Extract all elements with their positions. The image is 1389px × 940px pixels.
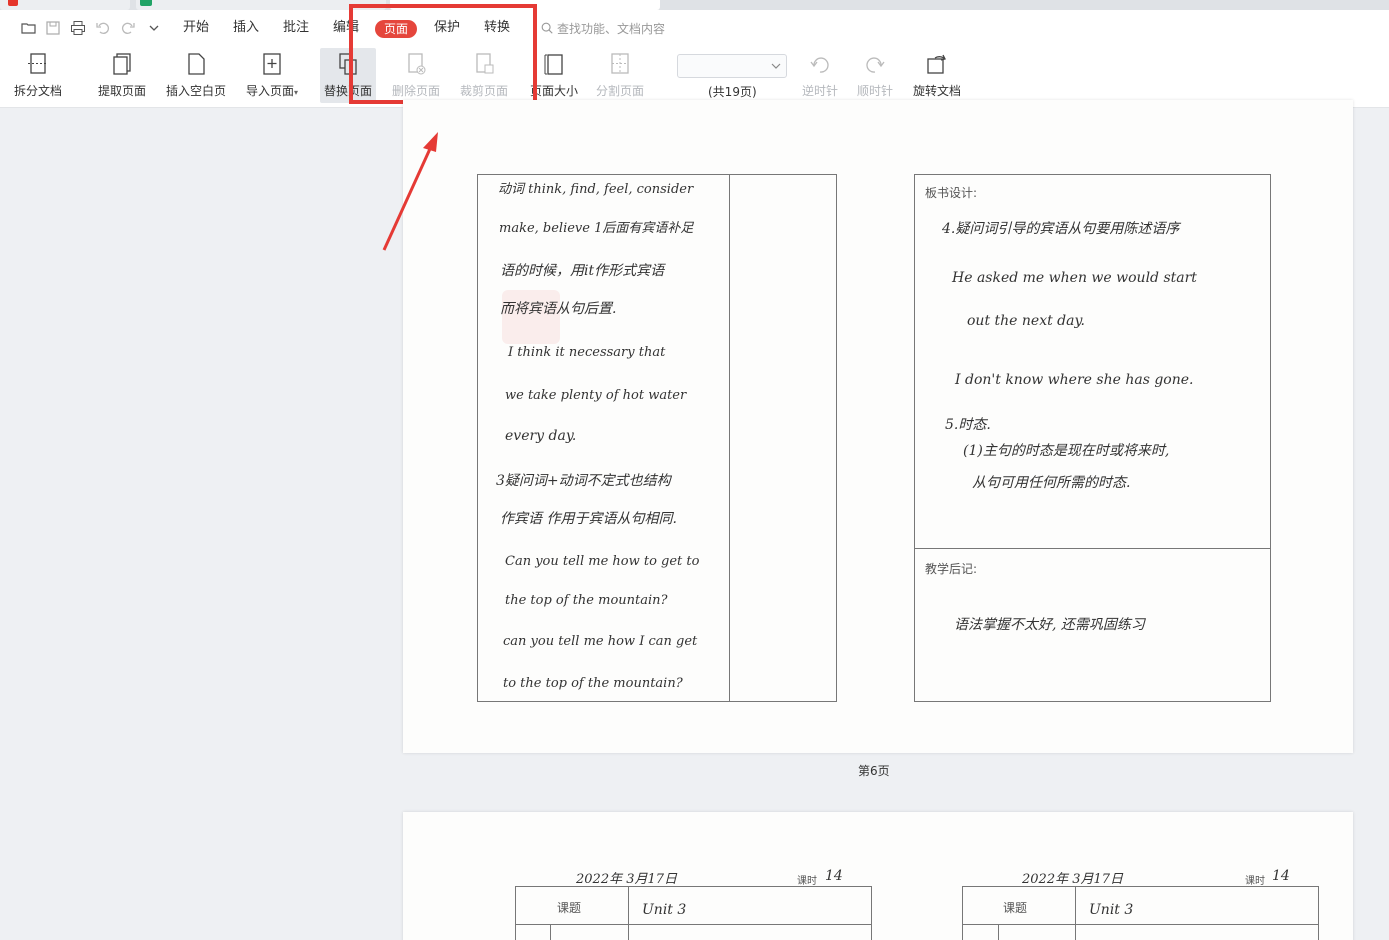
handwritten-line: (1)主句的时态是现在时或将来时, (963, 443, 1170, 459)
handwritten-line: out the next day. (967, 313, 1085, 329)
redo-icon[interactable] (119, 19, 137, 37)
page-count: (共19页) (708, 85, 757, 99)
page-number-select[interactable] (677, 54, 787, 78)
divide-page-button[interactable]: 分割页面 (596, 50, 644, 99)
handwritten-line: to the top of the mountain? (503, 676, 683, 691)
menu-bar: 开始 插入 批注 编辑 页面 保护 转换 查找功能、文档内容 (0, 10, 1389, 46)
board-design-label: 板书设计: (925, 186, 978, 200)
page-ribbon: 拆分文档 提取页面 插入空白页 导入页面▾ 替换页面 删除页面 裁剪页面 页面大… (0, 46, 1389, 108)
handwritten-period: 14 (1272, 868, 1290, 884)
document-tab[interactable] (0, 0, 130, 10)
handwritten-line: 语的时候，用it作形式宾语 (500, 263, 665, 279)
print-icon[interactable] (69, 19, 87, 37)
cell-divider (729, 174, 730, 702)
page-number-label: 第6页 (858, 764, 890, 778)
handwritten-line: 3疑问词+动词不定式也结构 (496, 473, 671, 489)
search-icon (541, 22, 553, 34)
rotate-cw-label: 顺时针 (857, 84, 894, 98)
pdf-icon (8, 0, 18, 6)
period-label: 课时 (1245, 876, 1265, 887)
handwritten-line: Can you tell me how to get to (505, 554, 700, 569)
handwritten-line: 动词 think, find, feel, consider (498, 182, 694, 197)
cell-divider (628, 886, 629, 940)
handwritten-date: 2022年 3月17日 (576, 872, 678, 887)
handwritten-line: can you tell me how I can get (503, 634, 698, 649)
handwritten-line: we take plenty of hot water (505, 388, 687, 403)
chevron-down-icon (771, 63, 781, 69)
cell-divider (550, 924, 551, 940)
customize-chevron-icon[interactable] (145, 19, 163, 37)
import-page-icon (258, 50, 286, 78)
insert-blank-page-label: 插入空白页 (166, 84, 227, 98)
cell-divider (1075, 886, 1076, 940)
split-document-icon (24, 50, 52, 78)
rotate-document-button[interactable]: 旋转文档 (913, 50, 961, 99)
handwritten-line: every day. (505, 428, 577, 444)
cell-divider (515, 924, 872, 925)
menu-insert[interactable]: 插入 (233, 19, 259, 37)
topic-label: 课题 (1003, 901, 1028, 915)
handwritten-line: 作宾语 作用于宾语从句相同. (500, 511, 677, 527)
topic-label: 课题 (557, 901, 582, 915)
cell-divider (998, 924, 999, 940)
import-page-label: 导入页面▾ (246, 82, 298, 99)
save-icon[interactable] (44, 19, 62, 37)
handwritten-period: 14 (825, 868, 843, 884)
handwritten-topic: Unit 3 (1089, 902, 1134, 918)
rotate-document-label: 旋转文档 (913, 84, 962, 98)
blank-page-icon (182, 50, 210, 78)
search-box[interactable]: 查找功能、文档内容 (540, 19, 665, 37)
window-tab-strip (0, 0, 1389, 10)
handwritten-line: 而将宾语从句后置. (500, 301, 617, 317)
menu-start[interactable]: 开始 (183, 19, 209, 37)
undo-icon[interactable] (94, 19, 112, 37)
import-page-text: 导入页面 (246, 84, 295, 98)
handwritten-date: 2022年 3月17日 (1022, 872, 1124, 887)
handwritten-line: 4.疑问词引导的宾语从句要用陈述语序 (942, 221, 1180, 237)
rotate-ccw-label: 逆时针 (802, 84, 839, 98)
rotate-ccw-button[interactable]: 逆时针 (802, 50, 838, 99)
handwritten-line: 5.时态. (945, 417, 991, 433)
menu-comment[interactable]: 批注 (283, 19, 309, 37)
rotate-ccw-icon (806, 50, 834, 78)
highlight-box (349, 4, 537, 104)
rotate-cw-icon (861, 50, 889, 78)
split-document-button[interactable]: 拆分文档 (14, 50, 62, 99)
handwritten-line: 从句可用任何所需的时态. (972, 475, 1131, 491)
handwritten-topic: Unit 3 (642, 902, 687, 918)
search-placeholder: 查找功能、文档内容 (557, 21, 666, 36)
handwritten-line: He asked me when we would start (952, 270, 1197, 286)
period-label: 课时 (797, 876, 817, 887)
split-document-label: 拆分文档 (14, 84, 63, 98)
divide-page-icon (606, 50, 634, 78)
page-size-button[interactable]: 页面大小 (530, 50, 578, 99)
handwritten-line: I think it necessary that (508, 345, 666, 360)
handwritten-line: the top of the mountain? (505, 593, 668, 608)
extract-page-label: 提取页面 (98, 84, 147, 98)
extract-page-icon (108, 50, 136, 78)
rotate-document-icon (923, 50, 951, 78)
page-size-icon (540, 50, 568, 78)
cell-divider (962, 924, 1319, 925)
page-size-label: 页面大小 (530, 84, 579, 98)
annotation-arrow-icon (382, 132, 438, 251)
dropdown-caret-icon: ▾ (294, 88, 299, 97)
handwritten-line: make, believe 1后面有宾语补足 (499, 221, 694, 236)
insert-blank-page-button[interactable]: 插入空白页 (166, 50, 226, 99)
rotate-cw-button[interactable]: 顺时针 (857, 50, 893, 99)
divide-page-label: 分割页面 (596, 84, 645, 98)
handwritten-line: I don't know where she has gone. (955, 372, 1194, 388)
sheet-icon (140, 0, 152, 6)
import-page-button[interactable]: 导入页面▾ (246, 50, 298, 99)
teaching-notes-label: 教学后记: (925, 562, 978, 576)
extract-page-button[interactable]: 提取页面 (98, 50, 146, 99)
cell-divider (914, 548, 1271, 549)
open-icon[interactable] (20, 19, 38, 37)
handwritten-line: 语法掌握不太好, 还需巩固练习 (954, 617, 1145, 633)
